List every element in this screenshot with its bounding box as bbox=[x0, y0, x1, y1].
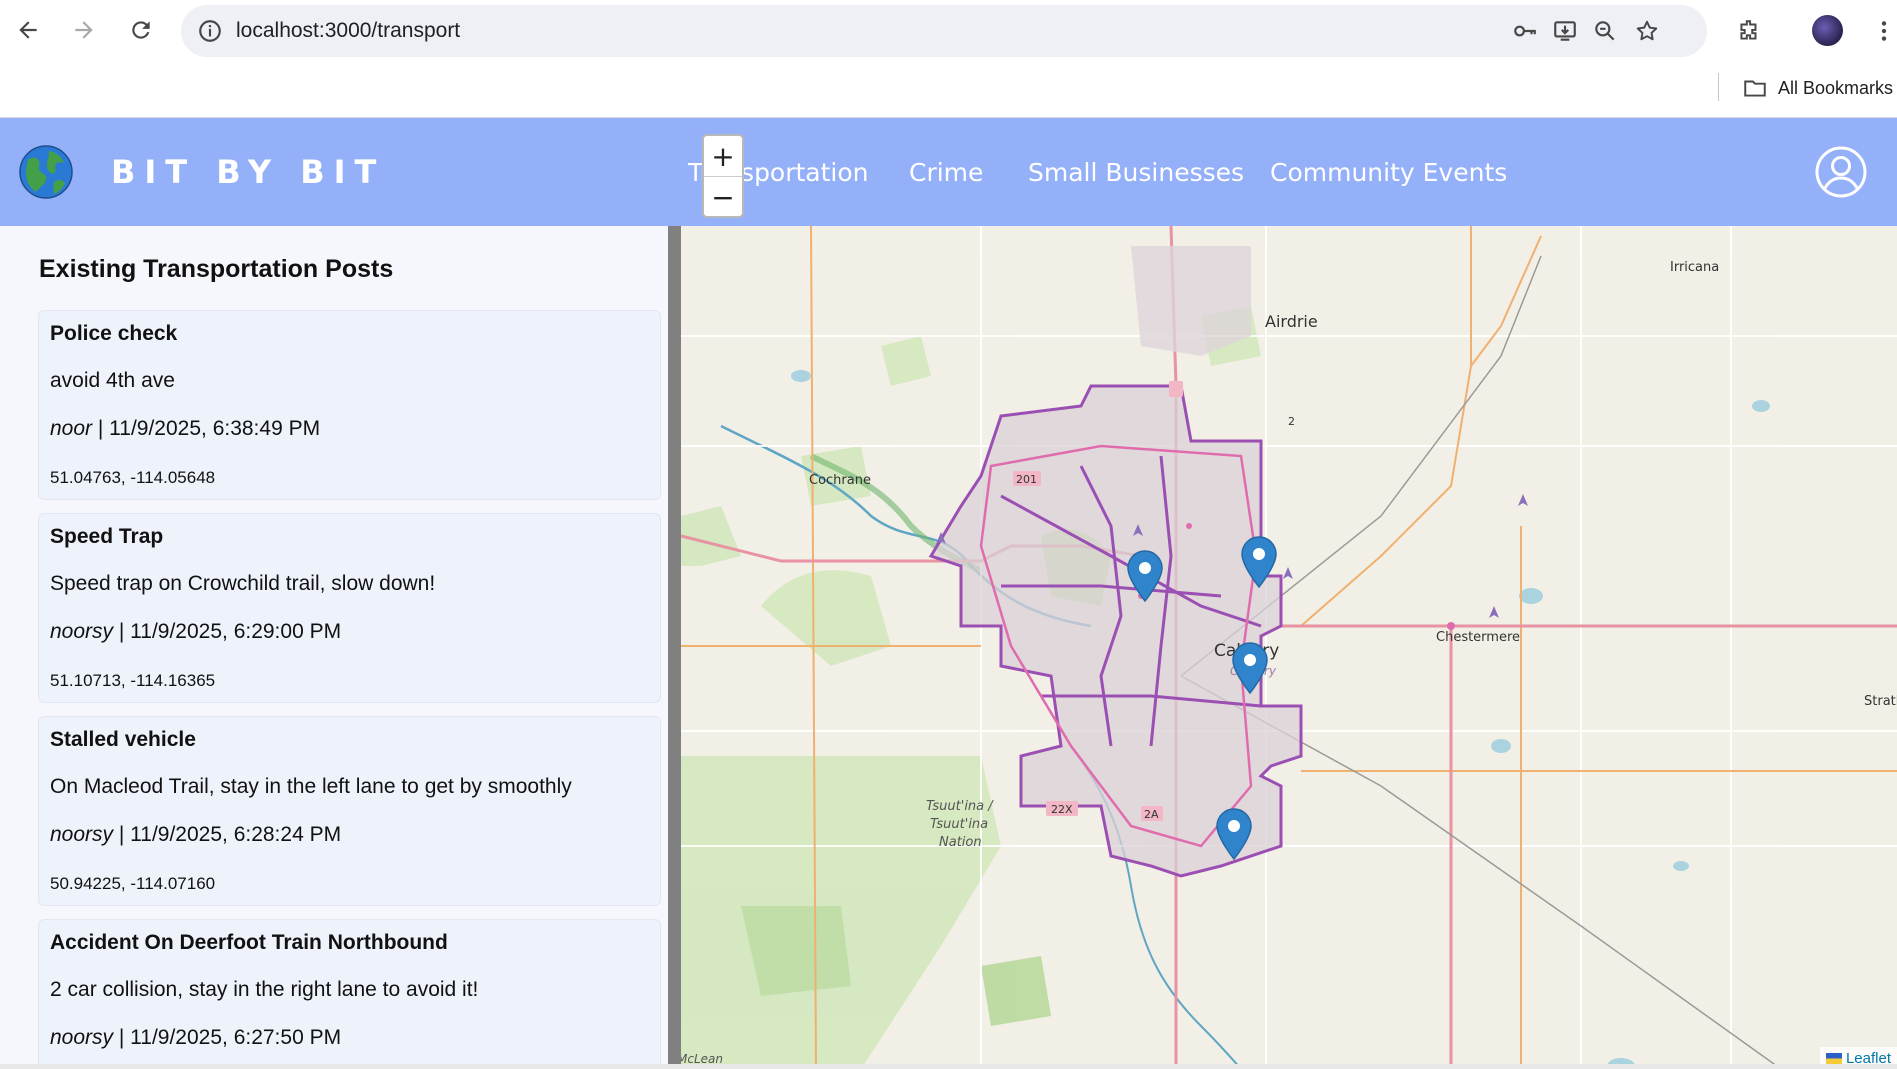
zoom-control: + − bbox=[702, 134, 744, 218]
info-icon[interactable] bbox=[197, 18, 223, 44]
zoom-icon[interactable] bbox=[1591, 17, 1619, 45]
post-title: Police check bbox=[50, 322, 178, 345]
post-title: Speed Trap bbox=[50, 525, 164, 548]
post-meta: noorsy | 11/9/2025, 6:27:50 PM bbox=[50, 1026, 342, 1049]
all-bookmarks-label: All Bookmarks bbox=[1778, 77, 1894, 98]
post-author: noorsy bbox=[50, 1026, 114, 1049]
all-bookmarks-button[interactable]: All Bookmarks bbox=[1742, 73, 1893, 103]
map-label-strathmore: Strath bbox=[1864, 694, 1897, 709]
highway-label: 2A bbox=[1144, 808, 1159, 821]
reload-button[interactable] bbox=[121, 10, 161, 50]
folder-icon bbox=[1744, 80, 1766, 97]
globe-logo-icon[interactable] bbox=[19, 145, 73, 199]
forward-button[interactable] bbox=[64, 10, 104, 50]
kebab-menu-icon[interactable] bbox=[1868, 15, 1897, 47]
map[interactable]: 2 201 22X 2A Airdrie Cochrane Calgary Ca… bbox=[681, 226, 1897, 1069]
reload-icon bbox=[132, 21, 150, 39]
posts-panel[interactable]: Existing Transportation Posts Police che… bbox=[0, 226, 668, 1069]
app-header: BIT BY BIT Transportation Crime Small Bu… bbox=[0, 118, 1897, 226]
post-coordinates: 51.10713, -114.16365 bbox=[50, 671, 216, 690]
post-coordinates: 50.94225, -114.07160 bbox=[50, 874, 216, 893]
bookmark-star-icon[interactable] bbox=[1633, 17, 1661, 45]
zoom-in-button[interactable]: + bbox=[704, 136, 742, 177]
post-meta: noorsy | 11/9/2025, 6:29:00 PM bbox=[50, 620, 342, 643]
browser-toolbar: localhost:3000/transport bbox=[0, 0, 1897, 63]
arrow-right-icon bbox=[75, 21, 93, 39]
ukraine-flag-icon bbox=[1825, 1052, 1842, 1064]
map-label-chestermere: Chestermere bbox=[1436, 630, 1521, 645]
post-card[interactable]: Speed Trap Speed trap on Crowchild trail… bbox=[38, 513, 661, 703]
highway-label: 2 bbox=[1288, 415, 1295, 428]
map-marker[interactable] bbox=[1241, 536, 1277, 588]
post-meta: noor | 11/9/2025, 6:38:49 PM bbox=[50, 417, 321, 440]
post-description: Speed trap on Crowchild trail, slow down… bbox=[50, 572, 436, 595]
post-title: Accident On Deerfoot Train Northbound bbox=[50, 931, 448, 954]
nav-community-events[interactable]: Community Events bbox=[1270, 158, 1507, 187]
nav-small-businesses[interactable]: Small Businesses bbox=[1028, 158, 1244, 187]
map-label-tsuutina: Tsuut'ina bbox=[930, 817, 989, 832]
post-timestamp: 11/9/2025, 6:38:49 PM bbox=[109, 417, 321, 440]
bookmarks-separator bbox=[1718, 73, 1719, 101]
panel-resize-handle[interactable] bbox=[668, 226, 681, 1069]
post-author: noor bbox=[50, 417, 93, 440]
post-card[interactable]: Accident On Deerfoot Train Northbound 2 … bbox=[38, 919, 661, 1069]
window-bottom-edge bbox=[0, 1064, 1897, 1069]
post-author: noorsy bbox=[50, 823, 114, 846]
post-card[interactable]: Stalled vehicle On Macleod Trail, stay i… bbox=[38, 716, 661, 906]
map-marker[interactable] bbox=[1216, 808, 1252, 860]
post-author: noorsy bbox=[50, 620, 114, 643]
install-app-icon[interactable] bbox=[1551, 17, 1579, 45]
post-description: 2 car collision, stay in the right lane … bbox=[50, 978, 479, 1001]
post-meta: noorsy | 11/9/2025, 6:28:24 PM bbox=[50, 823, 342, 846]
post-description: On Macleod Trail, stay in the left lane … bbox=[50, 775, 572, 798]
map-label-irricana: Irricana bbox=[1670, 260, 1720, 275]
arrow-left-icon bbox=[19, 21, 37, 39]
zoom-out-button[interactable]: − bbox=[704, 177, 742, 216]
post-card[interactable]: Police check avoid 4th ave noor | 11/9/2… bbox=[38, 310, 661, 500]
post-coordinates: 51.04763, -114.05648 bbox=[50, 468, 216, 487]
map-tiles bbox=[681, 226, 1897, 1069]
panel-title: Existing Transportation Posts bbox=[39, 255, 394, 283]
post-timestamp: 11/9/2025, 6:27:50 PM bbox=[130, 1026, 342, 1049]
nav-crime[interactable]: Crime bbox=[909, 158, 983, 187]
url-text: localhost:3000/transport bbox=[236, 19, 461, 42]
map-label-tsuutina: Tsuut'ina / bbox=[926, 799, 993, 814]
profile-avatar[interactable] bbox=[1812, 15, 1843, 46]
highway-label: 22X bbox=[1051, 803, 1073, 816]
password-key-icon[interactable] bbox=[1511, 17, 1539, 45]
map-label-cochrane: Cochrane bbox=[809, 473, 871, 488]
post-timestamp: 11/9/2025, 6:29:00 PM bbox=[130, 620, 342, 643]
map-label-tsuutina: Nation bbox=[939, 835, 982, 850]
map-marker[interactable] bbox=[1232, 642, 1268, 694]
bookmarks-bar: All Bookmarks bbox=[0, 63, 1897, 117]
map-marker[interactable] bbox=[1127, 550, 1163, 602]
user-account-icon[interactable] bbox=[1815, 146, 1867, 198]
map-label-airdrie: Airdrie bbox=[1265, 312, 1318, 331]
highway-label: 201 bbox=[1016, 473, 1037, 486]
back-button[interactable] bbox=[8, 10, 48, 50]
brand-name[interactable]: BIT BY BIT bbox=[111, 153, 385, 191]
post-title: Stalled vehicle bbox=[50, 728, 196, 751]
post-timestamp: 11/9/2025, 6:28:24 PM bbox=[130, 823, 342, 846]
extensions-icon[interactable] bbox=[1733, 15, 1765, 47]
post-description: avoid 4th ave bbox=[50, 369, 175, 392]
address-bar[interactable]: localhost:3000/transport bbox=[181, 5, 1707, 57]
